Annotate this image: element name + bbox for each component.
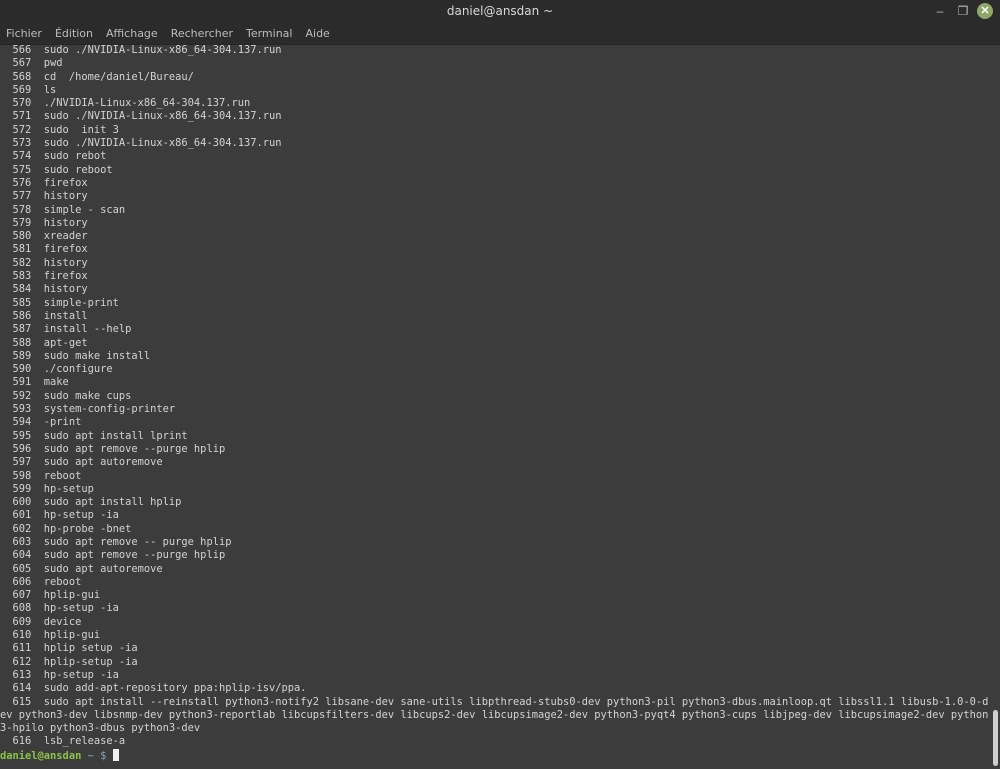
history-line: 570 ./NVIDIA-Linux-x86_64-304.137.run — [0, 97, 251, 110]
scrollbar[interactable] — [993, 710, 998, 766]
menu-rechercher[interactable]: Rechercher — [171, 27, 233, 40]
history-line: 611 hplip setup -ia — [0, 642, 138, 655]
menu-terminal[interactable]: Terminal — [246, 27, 293, 40]
history-line: 582 history — [0, 256, 88, 269]
history-line: 595 sudo apt install lprint — [0, 429, 188, 442]
history-line: 579 history — [0, 216, 88, 229]
history-line: 572 sudo init 3 — [0, 123, 119, 136]
history-line: 593 system-config-printer — [0, 403, 176, 416]
history-line: 607 hplip-gui — [0, 589, 101, 602]
history-line: 586 install — [0, 309, 88, 322]
cursor — [112, 748, 119, 761]
menu-fichier[interactable]: Fichier — [6, 27, 42, 40]
history-line: 612 hplip-setup -ia — [0, 655, 138, 668]
history-line: 610 hplip-gui — [0, 629, 101, 642]
history-line: 587 install --help — [0, 323, 132, 336]
history-line: 606 reboot — [0, 575, 82, 588]
maximize-icon[interactable]: ❐ — [955, 3, 971, 19]
history-line: 598 reboot — [0, 469, 82, 482]
history-line: 615 sudo apt install --reinstall python3… — [0, 695, 989, 735]
history-line: 602 hp-probe -bnet — [0, 522, 132, 535]
history-line: 571 sudo ./NVIDIA-Linux-x86_64-304.137.r… — [0, 110, 282, 123]
history-line: 569 ls — [0, 83, 57, 96]
history-line: 576 firefox — [0, 176, 88, 189]
history-line: 583 firefox — [0, 270, 88, 283]
menu-aide[interactable]: Aide — [305, 27, 329, 40]
history-line: 594 -print — [0, 416, 82, 429]
window-title: daniel@ansdan ~ — [446, 4, 554, 18]
history-line: 578 simple - scan — [0, 203, 126, 216]
prompt-user: daniel@ansdan — [0, 749, 82, 762]
history-line: 566 sudo ./NVIDIA-Linux-x86_64-304.137.r… — [0, 44, 282, 56]
history-line: 599 hp-setup — [0, 482, 94, 495]
minimize-icon[interactable]: – — [932, 3, 948, 19]
menu-bar: Fichier Édition Affichage Rechercher Ter… — [0, 22, 1000, 45]
history-line: 608 hp-setup -ia — [0, 602, 119, 615]
history-line: 613 hp-setup -ia — [0, 668, 119, 681]
history-line: 580 xreader — [0, 230, 88, 243]
history-line: 575 sudo reboot — [0, 163, 113, 176]
history-line: 614 sudo add-apt-repository ppa:hplip-is… — [0, 682, 307, 695]
history-line: 588 apt-get — [0, 336, 88, 349]
history-line: 591 make — [0, 376, 69, 389]
history-line: 597 sudo apt autoremove — [0, 456, 163, 469]
history-line: 609 device — [0, 615, 82, 628]
history-line: 592 sudo make cups — [0, 389, 132, 402]
terminal-output[interactable]: 566 sudo ./NVIDIA-Linux-x86_64-304.137.r… — [0, 44, 988, 763]
menu-affichage[interactable]: Affichage — [106, 27, 158, 40]
history-line: 616 lsb_release-a — [0, 735, 126, 748]
history-line: 577 history — [0, 190, 88, 203]
history-line: 574 sudo rebot — [0, 150, 107, 163]
prompt-line[interactable]: daniel@ansdan ~ $ — [0, 748, 988, 763]
history-line: 596 sudo apt remove --purge hplip — [0, 442, 226, 455]
prompt-path: ~ $ — [81, 749, 113, 762]
close-icon[interactable]: ✕ — [977, 3, 993, 19]
history-line: 603 sudo apt remove -- purge hplip — [0, 535, 232, 548]
history-line: 590 ./configure — [0, 363, 113, 376]
history-line: 568 cd /home/daniel/Bureau/ — [0, 70, 194, 83]
history-line: 600 sudo apt install hplip — [0, 496, 182, 509]
history-line: 601 hp-setup -ia — [0, 509, 119, 522]
history-line: 604 sudo apt remove --purge hplip — [0, 549, 226, 562]
history-line: 573 sudo ./NVIDIA-Linux-x86_64-304.137.r… — [0, 137, 282, 150]
history-line: 605 sudo apt autoremove — [0, 562, 163, 575]
history-line: 567 pwd — [0, 57, 63, 70]
history-line: 581 firefox — [0, 243, 88, 256]
history-line: 584 history — [0, 283, 88, 296]
menu-edition[interactable]: Édition — [55, 27, 93, 40]
title-bar: daniel@ansdan ~ – ❐ ✕ — [0, 0, 1000, 22]
history-line: 585 simple-print — [0, 296, 119, 309]
history-line: 589 sudo make install — [0, 349, 151, 362]
